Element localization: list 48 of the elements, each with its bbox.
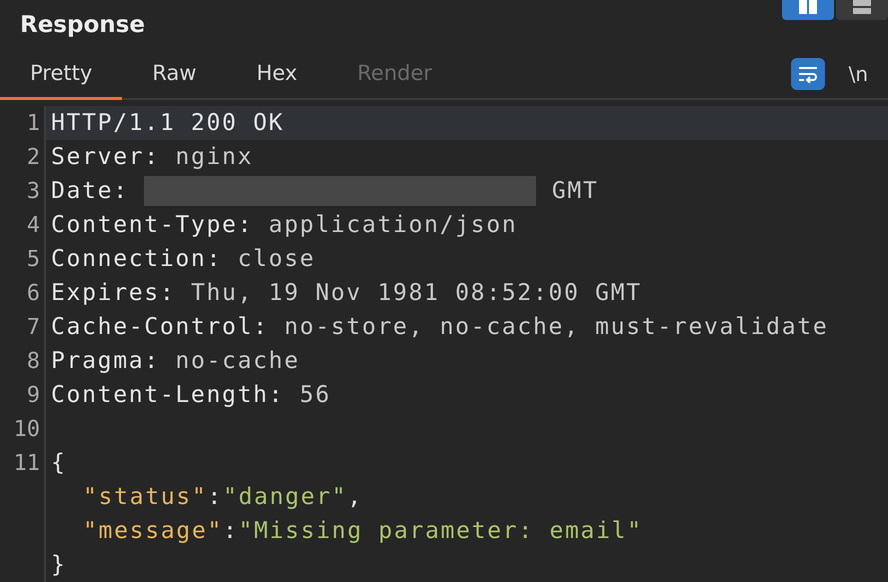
- code-text: Server:: [51, 144, 161, 170]
- line-number: 11: [14, 450, 40, 476]
- word-wrap-button[interactable]: [790, 58, 825, 90]
- code-text: Date:: [51, 178, 130, 204]
- line-number: 5: [26, 246, 40, 272]
- wrap-icon: [796, 64, 819, 83]
- code-text: ,: [347, 484, 363, 510]
- code-text: {: [51, 450, 67, 476]
- code-text: Content-Type:: [51, 212, 254, 238]
- line-number: 9: [26, 382, 40, 408]
- code-text: nginx: [175, 144, 254, 170]
- tab[interactable]: Hex: [226, 50, 328, 100]
- code-text: "danger": [222, 484, 348, 510]
- tab[interactable]: Raw: [122, 50, 226, 100]
- line-number: 2: [26, 144, 40, 170]
- line-number: 1: [26, 110, 40, 136]
- code-text: HTTP/1.1 200 OK: [51, 110, 284, 136]
- code-text: Cache-Control:: [51, 314, 270, 340]
- line-number: 8: [26, 348, 40, 374]
- code-text: Thu, 19 Nov 1981 08:52:00 GMT: [190, 280, 642, 306]
- code-text: "message": [83, 518, 223, 544]
- code-text: Connection:: [51, 246, 224, 272]
- line-number: 4: [26, 212, 40, 238]
- columns-icon: [799, 0, 817, 14]
- code-text: Expires:: [51, 280, 176, 306]
- line-number: 10: [14, 416, 40, 442]
- code-text: no-store, no-cache, must-revalidate: [284, 314, 828, 340]
- code-text: 56: [300, 382, 331, 408]
- layout-toggle-button[interactable]: [836, 0, 888, 20]
- panel-title: Response: [19, 11, 145, 38]
- code-text: no-cache: [175, 348, 300, 374]
- code-text: }: [51, 552, 67, 578]
- tab[interactable]: Pretty: [0, 50, 122, 100]
- code-text: GMT: [550, 178, 598, 204]
- code-text: "status": [83, 484, 208, 510]
- code-text: close: [238, 246, 316, 272]
- line-number: 6: [26, 280, 40, 306]
- line-number: 7: [26, 314, 40, 340]
- code-text: Pragma:: [51, 348, 161, 374]
- code-text: :: [207, 484, 223, 510]
- code-text: "Missing parameter: email": [238, 518, 643, 544]
- rows-icon: [853, 0, 871, 14]
- newline-toggle-button[interactable]: \n: [848, 62, 868, 86]
- code-text: Content-Length:: [51, 382, 286, 408]
- code-text: application/json: [268, 212, 518, 238]
- code-text: :: [222, 518, 238, 544]
- layout-toggle-button[interactable]: [782, 0, 834, 20]
- line-number: 3: [26, 178, 40, 204]
